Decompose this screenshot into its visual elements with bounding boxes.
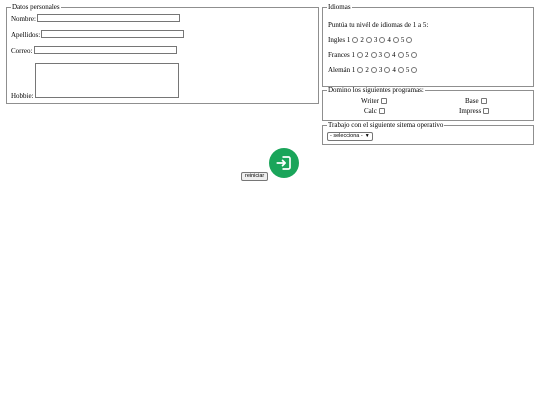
idiomas-fieldset: Idiomas	[322, 4, 534, 87]
reiniciar-label: reiniciar	[245, 173, 265, 179]
calc-checkbox[interactable]	[378, 108, 385, 114]
base-checkbox[interactable]	[480, 98, 487, 104]
radio-button[interactable]	[370, 67, 377, 73]
programa-calc: Calc	[364, 107, 385, 115]
radio-option-label: 5	[405, 66, 410, 74]
idiomas-legend: Idiomas	[328, 3, 351, 11]
sistema-legend: Trabajo con el siguiente sitema operativ…	[328, 121, 444, 129]
radio-button[interactable]	[379, 37, 386, 43]
radio-button[interactable]	[370, 52, 377, 58]
programa-impress: Impress	[459, 107, 490, 115]
radio-button[interactable]	[397, 67, 404, 73]
programa-base: Base	[465, 97, 487, 105]
submit-button[interactable]	[269, 148, 299, 178]
login-icon	[276, 156, 291, 170]
datos-personales-legend: Datos personales	[12, 3, 60, 11]
sistema-select-value: - selecciona -	[330, 133, 363, 139]
radio-option-label: 2	[360, 36, 364, 44]
radio-button[interactable]	[411, 67, 418, 73]
radio-option-label: 4	[392, 66, 396, 74]
hobbie-label: Hobbie:	[11, 92, 34, 100]
sistema-select[interactable]: - selecciona - ▼	[327, 132, 373, 141]
radio-option-label: 1	[351, 51, 356, 59]
radio-button[interactable]	[406, 37, 413, 43]
idioma-row-frances: Frances 1 2 3 4 5	[328, 51, 419, 59]
programa-label: Impress	[459, 107, 482, 115]
apellidos-input[interactable]	[41, 30, 184, 38]
idiomas-prompt: Puntúa tu nivél de idiomas de 1 a 5:	[328, 21, 429, 29]
correo-label: Correo:	[11, 47, 33, 55]
radio-option-label: 4	[387, 36, 391, 44]
radio-button[interactable]	[384, 67, 391, 73]
radio-option-label: 3	[378, 51, 383, 59]
nombre-label: Nombre:	[11, 15, 36, 23]
hobbie-textarea[interactable]	[35, 63, 179, 98]
radio-option-label: 5	[400, 36, 405, 44]
radio-option-label: 2	[365, 66, 369, 74]
idioma-row-ingles: Ingles 1 2 3 4 5	[328, 36, 414, 44]
idioma-label: Frances	[328, 51, 350, 59]
programa-label: Calc	[364, 107, 377, 115]
writer-checkbox[interactable]	[381, 98, 387, 104]
programa-writer: Writer	[361, 97, 387, 105]
programas-legend: Domino los siguientes programas:	[328, 86, 424, 94]
correo-input[interactable]	[34, 46, 177, 54]
chevron-down-icon: ▼	[364, 133, 370, 139]
radio-option-label: 1	[351, 66, 356, 74]
impress-checkbox[interactable]	[483, 108, 490, 114]
radio-option-label: 3	[378, 66, 383, 74]
programas-fieldset: Domino los siguientes programas:	[322, 87, 534, 121]
radio-button[interactable]	[357, 67, 364, 73]
nombre-input[interactable]	[37, 14, 180, 22]
radio-button[interactable]	[384, 52, 391, 58]
idioma-label: Alemán	[328, 66, 351, 74]
radio-button[interactable]	[392, 37, 399, 43]
radio-button[interactable]	[365, 37, 372, 43]
radio-option-label: 5	[405, 51, 410, 59]
radio-option-label: 4	[392, 51, 396, 59]
programa-label: Writer	[361, 97, 379, 105]
programa-label: Base	[465, 97, 479, 105]
idioma-row-aleman: Alemán 1 2 3 4 5	[328, 66, 419, 74]
radio-option-label: 2	[365, 51, 369, 59]
idioma-label: Ingles	[328, 36, 346, 44]
apellidos-label: Apellidos:	[11, 31, 41, 39]
radio-option-label: 1	[346, 36, 351, 44]
reiniciar-button[interactable]: reiniciar	[241, 172, 269, 181]
radio-button[interactable]	[411, 52, 418, 58]
radio-button[interactable]	[397, 52, 404, 58]
radio-button[interactable]	[352, 37, 359, 43]
radio-button[interactable]	[357, 52, 364, 58]
radio-option-label: 3	[373, 36, 378, 44]
